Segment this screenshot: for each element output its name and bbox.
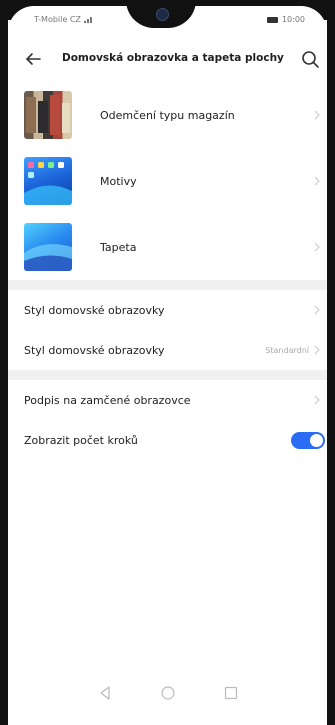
settings-item-wallpaper[interactable]: Tapeta bbox=[8, 214, 327, 280]
left-bezel bbox=[0, 0, 8, 725]
settings-item-magazine-unlock[interactable]: Odemčení typu magazín bbox=[8, 82, 327, 148]
settings-item-label: Podpis na zamčené obrazovce bbox=[24, 393, 191, 407]
status-right: 10:00 bbox=[266, 15, 305, 24]
recents-square-icon[interactable] bbox=[222, 684, 240, 702]
status-left: T-Mobile CZ bbox=[34, 15, 94, 24]
section-divider bbox=[8, 280, 327, 290]
settings-list: Odemčení typu magazín Motivy Tapeta Styl… bbox=[8, 82, 327, 460]
chevron-right-icon bbox=[314, 345, 320, 355]
signal-icon bbox=[83, 17, 92, 23]
page-title: Domovská obrazovka a tapeta plochy bbox=[62, 52, 284, 64]
battery-icon bbox=[266, 16, 278, 23]
magazine-thumbnail-icon bbox=[24, 91, 72, 139]
settings-item-label: Zobrazit počet kroků bbox=[24, 433, 138, 447]
right-bezel bbox=[327, 0, 335, 725]
settings-item-label: Motivy bbox=[100, 174, 137, 188]
settings-item-label: Tapeta bbox=[100, 240, 137, 254]
settings-item-show-steps: Zobrazit počet kroků bbox=[8, 420, 327, 460]
carrier-name: T-Mobile CZ bbox=[34, 15, 81, 24]
back-arrow-icon[interactable] bbox=[22, 48, 44, 70]
settings-item-label: Styl domovské obrazovky bbox=[24, 343, 165, 357]
settings-item-value: Standardní bbox=[265, 345, 309, 355]
front-camera-icon bbox=[156, 8, 169, 21]
chevron-right-icon bbox=[314, 395, 320, 405]
wallpaper-thumbnail-icon bbox=[24, 223, 72, 271]
back-triangle-icon[interactable] bbox=[96, 684, 114, 702]
settings-item-home-style-2[interactable]: Styl domovské obrazovky Standardní bbox=[8, 330, 327, 370]
settings-item-label: Odemčení typu magazín bbox=[100, 108, 235, 122]
status-time: 10:00 bbox=[281, 15, 305, 24]
themes-thumbnail-icon bbox=[24, 157, 72, 205]
phone-frame: T-Mobile CZ 10:00 Domovská obrazovka a t… bbox=[0, 0, 335, 725]
settings-item-themes[interactable]: Motivy bbox=[8, 148, 327, 214]
app-bar: Domovská obrazovka a tapeta plochy bbox=[8, 40, 327, 80]
settings-item-home-style-1[interactable]: Styl domovské obrazovky bbox=[8, 290, 327, 330]
chevron-right-icon bbox=[314, 242, 320, 252]
chevron-right-icon bbox=[314, 305, 320, 315]
settings-item-label: Styl domovské obrazovky bbox=[24, 303, 165, 317]
chevron-right-icon bbox=[314, 176, 320, 186]
section-divider bbox=[8, 370, 327, 380]
chevron-right-icon bbox=[314, 110, 320, 120]
navigation-bar bbox=[8, 674, 327, 714]
settings-item-lockscreen-signature[interactable]: Podpis na zamčené obrazovce bbox=[8, 380, 327, 420]
toggle-knob bbox=[310, 433, 323, 447]
screen: T-Mobile CZ 10:00 Domovská obrazovka a t… bbox=[8, 6, 327, 714]
home-circle-icon[interactable] bbox=[159, 684, 177, 702]
search-icon[interactable] bbox=[299, 48, 321, 70]
show-steps-toggle[interactable] bbox=[291, 431, 325, 449]
